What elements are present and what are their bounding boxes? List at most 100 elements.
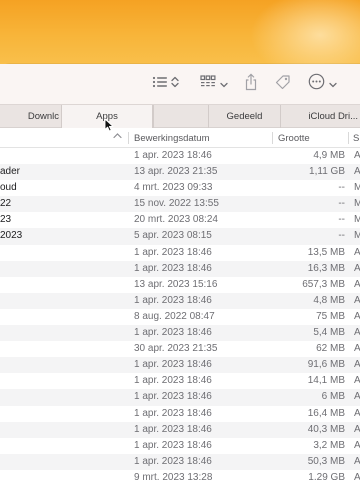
- table-row[interactable]: 1 apr. 2023 18:46 16,4 MB A: [0, 406, 360, 422]
- file-kind: A: [354, 439, 360, 451]
- column-kind[interactable]: S: [353, 128, 360, 148]
- date-modified: 1 apr. 2023 18:46: [134, 423, 212, 435]
- file-kind: A: [354, 310, 360, 322]
- file-size: 3,2 MB: [313, 439, 345, 451]
- date-modified: 15 nov. 2022 13:55: [134, 198, 219, 210]
- file-size: 657,3 MB: [302, 278, 345, 290]
- date-modified: 13 apr. 2023 21:35: [134, 166, 218, 178]
- date-modified: 1 apr. 2023 18:46: [134, 327, 212, 339]
- grid-group-icon: [200, 74, 216, 94]
- table-row[interactable]: 1 apr. 2023 18:46 4,8 MB A: [0, 292, 360, 309]
- table-row[interactable]: 9 mrt. 2023 13:28 1,29 GB A: [0, 470, 360, 480]
- group-button[interactable]: [200, 74, 228, 94]
- date-modified: 8 aug. 2022 08:47: [134, 310, 215, 322]
- file-kind: A: [354, 327, 360, 339]
- table-row[interactable]: 1 apr. 2023 18:46 50,3 MB A: [0, 453, 360, 470]
- tab-icloud-drive[interactable]: iCloud Dri...: [280, 105, 360, 128]
- date-modified: 1 apr. 2023 18:46: [134, 439, 212, 451]
- file-size: 4,8 MB: [313, 294, 345, 306]
- table-row[interactable]: 13 apr. 2023 15:16 657,3 MB A: [0, 277, 360, 293]
- chevron-down-icon: [329, 75, 337, 93]
- file-name: 23: [0, 214, 12, 226]
- date-modified: 1 apr. 2023 18:46: [134, 391, 212, 403]
- table-row[interactable]: 1 apr. 2023 18:46 6 MB A: [0, 389, 360, 406]
- table-row[interactable]: 1 apr. 2023 18:46 16,3 MB A: [0, 260, 360, 277]
- file-kind: A: [354, 391, 360, 403]
- file-kind: M: [354, 230, 360, 242]
- file-size: 1,11 GB: [309, 166, 345, 178]
- tab-bar: Downlc Apps Gedeeld iCloud Dri...: [0, 104, 360, 128]
- table-row[interactable]: 23 20 mrt. 2023 08:24 -- M: [0, 212, 360, 228]
- tag-button[interactable]: [274, 73, 292, 96]
- date-modified: 4 mrt. 2023 09:33: [134, 182, 213, 194]
- finder-toolbar: [0, 64, 360, 104]
- ellipsis-circle-icon: [308, 73, 325, 95]
- table-row[interactable]: 1 apr. 2023 18:46 5,4 MB A: [0, 325, 360, 342]
- date-modified: 13 apr. 2023 15:16: [134, 278, 218, 290]
- date-modified: 1 apr. 2023 18:46: [134, 375, 212, 387]
- column-divider[interactable]: [348, 132, 349, 144]
- tab-blank[interactable]: [153, 105, 208, 128]
- more-actions-button[interactable]: [308, 73, 337, 95]
- file-size: 62 MB: [316, 343, 345, 355]
- chevron-up-icon[interactable]: [113, 132, 122, 143]
- table-row[interactable]: 1 apr. 2023 18:46 91,6 MB A: [0, 357, 360, 374]
- column-divider[interactable]: [272, 132, 273, 144]
- table-row[interactable]: ader 13 apr. 2023 21:35 1,11 GB A: [0, 164, 360, 181]
- table-row[interactable]: 1 apr. 2023 18:46 4,9 MB A: [0, 148, 360, 164]
- column-size[interactable]: Grootte: [278, 128, 342, 148]
- date-modified: 1 apr. 2023 18:46: [134, 246, 212, 258]
- file-size: 14,1 MB: [307, 375, 345, 387]
- file-size: 1,29 GB: [308, 471, 345, 480]
- table-row[interactable]: 1 apr. 2023 18:46 13,5 MB A: [0, 245, 360, 261]
- chevron-down-icon: [220, 75, 228, 93]
- tab-downloads[interactable]: Downlc: [0, 105, 61, 128]
- tag-icon: [274, 73, 292, 96]
- file-kind: A: [354, 375, 360, 387]
- file-list: 1 apr. 2023 18:46 4,9 MB Aader 13 apr. 2023…: [0, 148, 360, 480]
- table-row[interactable]: 1 apr. 2023 18:46 14,1 MB A: [0, 373, 360, 389]
- file-kind: A: [354, 407, 360, 419]
- table-row[interactable]: 2023 5 apr. 2023 08:15 -- M: [0, 228, 360, 245]
- file-size: 5,4 MB: [313, 327, 345, 339]
- desktop-wallpaper: [0, 0, 360, 66]
- file-kind: A: [354, 471, 360, 480]
- file-name: ader: [0, 166, 21, 178]
- date-modified: 1 apr. 2023 18:46: [134, 294, 212, 306]
- share-icon: [244, 72, 258, 96]
- tab-shared[interactable]: Gedeeld: [208, 105, 280, 128]
- date-modified: 30 apr. 2023 21:35: [134, 343, 218, 355]
- file-kind: A: [354, 262, 360, 274]
- date-modified: 1 apr. 2023 18:46: [134, 359, 212, 371]
- table-row[interactable]: 22 15 nov. 2022 13:55 -- M: [0, 196, 360, 213]
- file-size: 40,3 MB: [307, 423, 345, 435]
- share-button[interactable]: [244, 72, 258, 96]
- file-size: 50,3 MB: [307, 455, 345, 467]
- table-row[interactable]: 30 apr. 2023 21:35 62 MB A: [0, 341, 360, 357]
- column-date-modified[interactable]: Bewerkingsdatum: [134, 128, 266, 148]
- list-view-button[interactable]: [152, 75, 179, 93]
- column-divider[interactable]: [128, 132, 129, 144]
- file-size: 13,5 MB: [307, 246, 345, 258]
- date-modified: 9 mrt. 2023 13:28: [134, 471, 213, 480]
- table-row[interactable]: 1 apr. 2023 18:46 40,3 MB A: [0, 421, 360, 438]
- file-name: 22: [0, 198, 12, 210]
- file-size: 4,9 MB: [313, 150, 345, 161]
- mouse-pointer-icon: [104, 118, 114, 132]
- file-size: 75 MB: [316, 310, 345, 322]
- date-modified: 1 apr. 2023 18:46: [134, 455, 212, 467]
- date-modified: 1 apr. 2023 18:46: [134, 407, 212, 419]
- file-kind: A: [354, 294, 360, 306]
- file-kind: A: [354, 246, 360, 258]
- file-kind: A: [354, 150, 360, 161]
- date-modified: 1 apr. 2023 18:46: [134, 262, 212, 274]
- table-row[interactable]: 1 apr. 2023 18:46 3,2 MB A: [0, 438, 360, 454]
- file-kind: A: [354, 423, 360, 435]
- column-header: Bewerkingsdatum Grootte S: [0, 128, 360, 148]
- column-name[interactable]: [0, 128, 110, 148]
- date-modified: 1 apr. 2023 18:46: [134, 150, 212, 161]
- file-size: --: [338, 182, 345, 194]
- table-row[interactable]: 8 aug. 2022 08:47 75 MB A: [0, 309, 360, 325]
- table-row[interactable]: oud 4 mrt. 2023 09:33 -- M: [0, 180, 360, 196]
- date-modified: 5 apr. 2023 08:15: [134, 230, 212, 242]
